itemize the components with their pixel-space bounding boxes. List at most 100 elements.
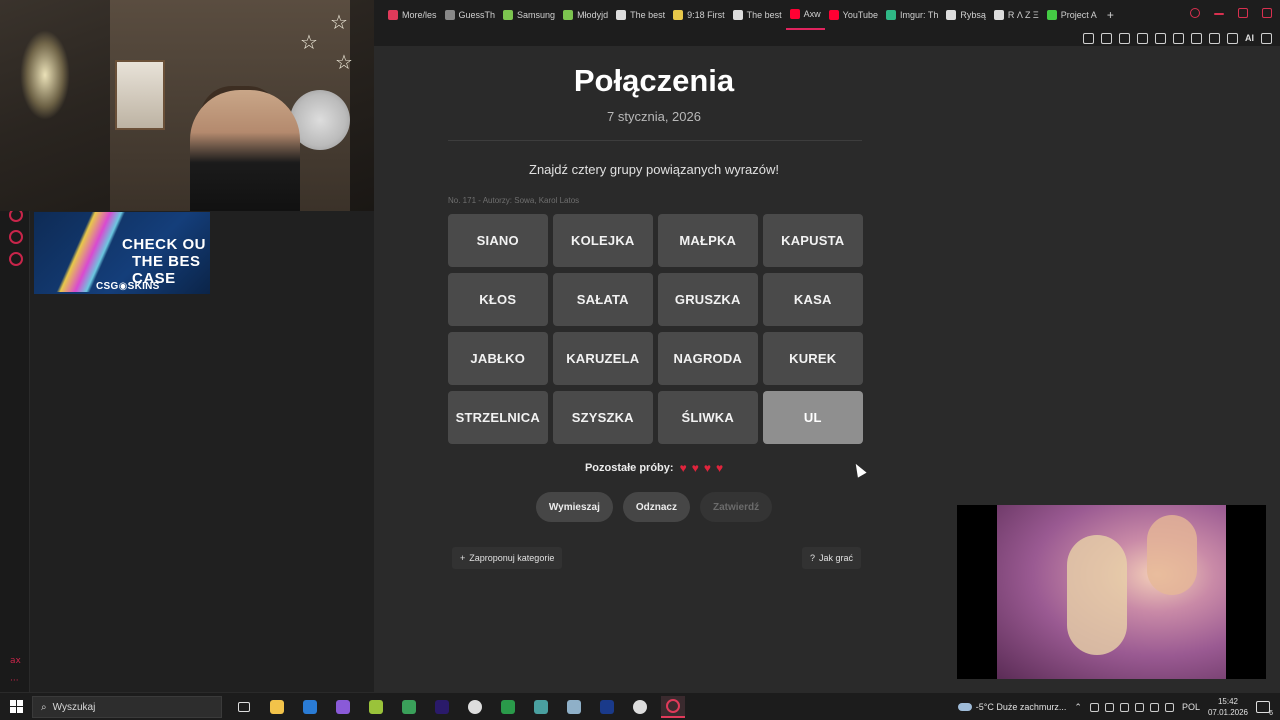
tab-label: YouTube bbox=[842, 10, 879, 20]
word-tile[interactable]: KŁOS bbox=[448, 273, 548, 326]
video-overlay bbox=[957, 505, 1266, 679]
page-title: Połączenia bbox=[573, 63, 735, 98]
sponsor-brand: CSG◉SKINS bbox=[96, 281, 160, 292]
browser-tab[interactable]: Project A bbox=[1043, 0, 1101, 30]
notification-count: 6 bbox=[1269, 710, 1273, 717]
extensions-icon[interactable] bbox=[1191, 32, 1202, 44]
shield-icon[interactable] bbox=[1119, 32, 1130, 44]
word-tile[interactable]: KUREK bbox=[763, 332, 863, 385]
word-tile[interactable]: UL bbox=[763, 391, 863, 444]
weather-text: -5°C Duże zachmurz... bbox=[975, 702, 1067, 712]
app-m-icon[interactable] bbox=[298, 696, 322, 718]
word-tile[interactable]: JABŁKO bbox=[448, 332, 548, 385]
word-tile[interactable]: SIANO bbox=[448, 214, 548, 267]
notifications-icon[interactable]: 6 bbox=[1256, 701, 1273, 717]
remaining-tries: Pozostałe próby: ♥ ♥ ♥ ♥ bbox=[374, 462, 934, 474]
browser-tab[interactable]: Axw bbox=[785, 0, 825, 30]
browser-tab[interactable]: The best bbox=[612, 0, 669, 30]
microphone-icon[interactable] bbox=[1134, 702, 1144, 712]
word-tile[interactable]: SZYSZKA bbox=[553, 391, 653, 444]
opera-gx-icon[interactable] bbox=[661, 696, 685, 718]
sidebar-icon-2[interactable] bbox=[9, 230, 23, 244]
browser-tab[interactable]: 9:18 First bbox=[669, 0, 729, 30]
app-excel-icon[interactable] bbox=[397, 696, 421, 718]
new-tab-button[interactable]: + bbox=[1107, 8, 1114, 22]
word-tile[interactable]: KARUZELA bbox=[553, 332, 653, 385]
tab-label: Axw bbox=[803, 9, 821, 19]
audition-icon[interactable] bbox=[595, 696, 619, 718]
tray-icon-2[interactable] bbox=[1104, 702, 1114, 712]
heart-icon[interactable] bbox=[1173, 32, 1184, 44]
app-paint-icon[interactable] bbox=[562, 696, 586, 718]
browser-tab[interactable]: Imgur: Th bbox=[882, 0, 942, 30]
app-clock-icon[interactable] bbox=[628, 696, 652, 718]
browser-tab[interactable]: R Λ Z Ξ bbox=[990, 0, 1043, 30]
sponsor-banner[interactable]: CHECK OU THE BES CASE CSG◉SKINS bbox=[34, 212, 210, 294]
tab-favicon-icon bbox=[993, 10, 1004, 20]
browser-tab[interactable]: The best bbox=[729, 0, 786, 30]
volume-icon[interactable] bbox=[1164, 702, 1174, 712]
screenshot-icon[interactable] bbox=[1101, 32, 1112, 44]
browser-tab[interactable]: GuessTh bbox=[441, 0, 500, 30]
settings-icon[interactable] bbox=[9, 252, 23, 266]
tab-label: R Λ Z Ξ bbox=[1007, 10, 1039, 20]
taskbar-search[interactable]: ⌕ Wyszukaj bbox=[32, 696, 222, 718]
minimize-button[interactable] bbox=[1214, 13, 1224, 15]
clock[interactable]: 15:42 07.01.2026 bbox=[1208, 696, 1248, 718]
search-icon[interactable] bbox=[1190, 8, 1200, 18]
profile-icon[interactable] bbox=[1209, 32, 1220, 44]
close-button[interactable] bbox=[1262, 8, 1272, 18]
suggest-category-button[interactable]: + Zaproponuj kategorie bbox=[452, 547, 563, 569]
word-tile[interactable]: SAŁATA bbox=[553, 273, 653, 326]
deselect-button[interactable]: Odznacz bbox=[622, 492, 690, 522]
chevron-up-icon[interactable]: ⌃ bbox=[1074, 702, 1082, 713]
word-tile[interactable]: NAGRODA bbox=[658, 332, 758, 385]
browser-tab[interactable]: Samsung bbox=[499, 0, 559, 30]
premiere-icon[interactable] bbox=[430, 696, 454, 718]
maximize-button[interactable] bbox=[1238, 8, 1248, 18]
browser-tab[interactable]: YouTube bbox=[825, 0, 882, 30]
word-tile[interactable]: KAPUSTA bbox=[763, 214, 863, 267]
word-tile[interactable]: ŚLIWKA bbox=[658, 391, 758, 444]
tray-icon-1[interactable] bbox=[1089, 702, 1099, 712]
play-icon[interactable] bbox=[1155, 32, 1166, 44]
bookmark-icon[interactable] bbox=[1083, 32, 1094, 44]
steam-icon[interactable] bbox=[463, 696, 487, 718]
browser-tab[interactable]: Młodyjd bbox=[559, 0, 612, 30]
clock-date: 07.01.2026 bbox=[1207, 708, 1248, 717]
word-tile[interactable]: STRZELNICA bbox=[448, 391, 548, 444]
shuffle-button[interactable]: Wymieszaj bbox=[535, 492, 613, 522]
tab-favicon-icon bbox=[1046, 10, 1057, 20]
tab-label: Rybsą bbox=[960, 10, 986, 20]
tray-icon-3[interactable] bbox=[1119, 702, 1129, 712]
word-tile[interactable]: KOLEJKA bbox=[553, 214, 653, 267]
word-tile[interactable]: KASA bbox=[763, 273, 863, 326]
more-icon[interactable]: ··· bbox=[10, 676, 19, 686]
network-icon[interactable] bbox=[1149, 702, 1159, 712]
start-button[interactable] bbox=[10, 700, 23, 713]
tray-icons bbox=[1089, 702, 1174, 712]
app-green-icon[interactable] bbox=[364, 696, 388, 718]
app-stack-icon[interactable] bbox=[529, 696, 553, 718]
download-icon[interactable] bbox=[1227, 32, 1238, 44]
app-crystal-icon[interactable] bbox=[331, 696, 355, 718]
language-indicator[interactable]: POL bbox=[1182, 702, 1200, 712]
browser-tab[interactable]: More/les bbox=[384, 0, 441, 30]
suggest-category-label: Zaproponuj kategorie bbox=[469, 553, 555, 563]
task-view-icon[interactable] bbox=[232, 696, 256, 718]
video-figure bbox=[1067, 535, 1127, 655]
browser-tab[interactable]: Rybsą bbox=[942, 0, 990, 30]
submit-button[interactable]: Zatwierdź bbox=[699, 492, 773, 522]
weather-widget[interactable]: -5°C Duże zachmurz... bbox=[957, 702, 1067, 712]
tab-favicon-icon bbox=[503, 10, 514, 20]
how-to-play-button[interactable]: ? Jak grać bbox=[802, 547, 862, 569]
word-tile[interactable]: MAŁPKA bbox=[658, 214, 758, 267]
game-date: 7 stycznia, 2026 bbox=[607, 109, 701, 124]
menu-icon[interactable] bbox=[1261, 32, 1272, 44]
app-leaf-icon[interactable] bbox=[496, 696, 520, 718]
ai-button[interactable]: AI bbox=[1245, 33, 1254, 43]
translate-icon[interactable] bbox=[1137, 32, 1148, 44]
file-explorer-icon[interactable] bbox=[265, 696, 289, 718]
word-tile[interactable]: GRUSZKA bbox=[658, 273, 758, 326]
system-tray: -5°C Duże zachmurz... ⌃ POL 15:42 07.01.… bbox=[957, 693, 1273, 720]
